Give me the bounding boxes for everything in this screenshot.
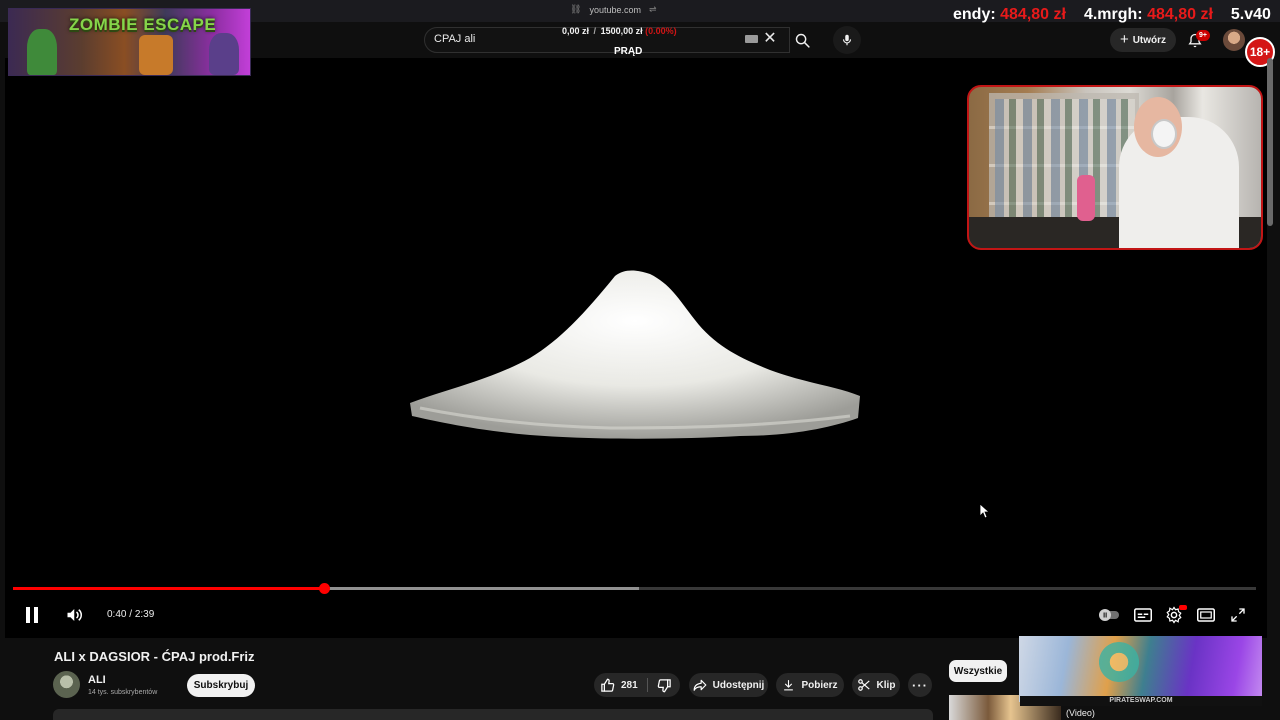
ticker-name-2: 4.mrgh: <box>1083 6 1143 23</box>
mouse-cursor-icon <box>979 503 989 519</box>
ad-swirl-graphic <box>1089 642 1149 682</box>
browser-url[interactable]: ⛓ youtube.com ⇌ <box>570 4 657 15</box>
zombie-figure <box>27 29 57 75</box>
time-display: 0:40 / 2:39 <box>107 609 154 620</box>
donation-goal-label: PRĄD <box>614 46 643 57</box>
url-label: youtube.com <box>589 4 641 15</box>
donation-goal: 1500,00 zł <box>600 26 643 36</box>
like-divider <box>647 678 648 692</box>
donation-current: 0,00 zł <box>562 26 590 36</box>
progress-scrubber-handle[interactable] <box>318 583 330 594</box>
description-box[interactable] <box>53 709 933 720</box>
ticker-name-1: endy: <box>953 6 996 23</box>
link-icon: ⛓ <box>570 4 582 14</box>
more-icon: ··· <box>912 677 928 693</box>
sponsor-ad-label: PIRATESWAP.COM <box>1020 696 1262 706</box>
subscriber-count: 14 tys. subskrybentów <box>88 689 158 696</box>
sponsor-ad-overlay <box>1019 636 1262 702</box>
search-query-text: CPAJ ali <box>434 33 476 45</box>
webcam-bottle <box>1077 175 1095 221</box>
account-avatar[interactable] <box>1223 29 1245 51</box>
notifications-badge: 9+ <box>1196 30 1210 41</box>
video-title: ALI x DAGSIOR - ĆPAJ prod.Friz <box>54 649 255 664</box>
create-button[interactable]: + Utwórz <box>1110 28 1176 52</box>
share-label: Udostępnij <box>712 679 765 691</box>
voice-search-button[interactable] <box>833 26 861 54</box>
clip-button[interactable]: Klip <box>852 673 900 697</box>
hd-badge <box>1179 605 1187 610</box>
fullscreen-button[interactable] <box>1226 603 1250 627</box>
donation-percent: (0.00%) <box>645 26 677 36</box>
ticker-entry-1: endy: 484,80 zł <box>953 6 1066 28</box>
duration: 2:39 <box>134 609 155 620</box>
donation-separator: / <box>593 26 597 36</box>
subscribe-button[interactable]: Subskrybuj <box>187 674 255 697</box>
share-icon <box>693 679 707 691</box>
time-separator: / <box>126 609 135 620</box>
channel-avatar[interactable] <box>53 671 80 698</box>
autoplay-toggle[interactable] <box>1098 608 1120 622</box>
like-count: 281 <box>621 679 638 691</box>
create-label: Utwórz <box>1132 34 1167 46</box>
more-actions-button[interactable]: ··· <box>908 673 932 697</box>
monster-figure <box>209 33 239 75</box>
keyboard-icon[interactable] <box>745 35 758 43</box>
video-frame-powder <box>410 270 860 439</box>
fullscreen-icon <box>1231 608 1245 622</box>
like-button[interactable]: 281 <box>600 673 644 697</box>
plus-icon: + <box>1119 31 1129 48</box>
pause-button[interactable] <box>20 603 44 627</box>
thumbs-up-icon <box>601 678 615 692</box>
streamer-webcam <box>967 85 1263 250</box>
volume-button[interactable] <box>63 603 87 627</box>
donor-ticker: endy: 484,80 zł 4.mrgh: 484,80 zł 5.v40 <box>953 6 1271 28</box>
microphone-icon <box>842 34 852 46</box>
clear-search-icon[interactable]: ✕ <box>762 30 778 48</box>
download-label: Pobierz <box>801 679 838 691</box>
channel-name[interactable]: ALI <box>88 674 106 686</box>
download-button[interactable]: Pobierz <box>776 673 844 697</box>
webcam-collectibles <box>995 99 1135 229</box>
search-icon <box>795 33 810 48</box>
share-button[interactable]: Udostępnij <box>689 673 768 697</box>
current-time: 0:40 <box>107 609 127 620</box>
page-scrollbar[interactable] <box>1267 58 1273 226</box>
thumbs-down-icon <box>657 678 671 692</box>
game-logo-overlay: ZOMBIE ESCAPE <box>8 8 251 76</box>
crate-figure <box>139 35 173 75</box>
ticker-amount-2: 484,80 zł <box>1147 6 1213 23</box>
video-progress-bar[interactable] <box>13 583 1256 594</box>
volume-icon <box>67 609 82 621</box>
captions-icon <box>1134 608 1152 622</box>
game-logo-text: ZOMBIE ESCAPE <box>69 15 217 34</box>
recommended-video-title[interactable]: (Video) <box>1066 708 1095 718</box>
clip-label: Klip <box>876 679 896 691</box>
progress-played <box>13 587 324 590</box>
headset-icon <box>1151 119 1177 149</box>
donation-goal-overlay: 0,00 zł / 1500,00 zł (0.00%) <box>562 26 677 36</box>
ticker-name-3: 5.v40 <box>1230 6 1271 23</box>
ticker-amount-1: 484,80 zł <box>1000 6 1066 23</box>
scissors-icon <box>857 679 870 691</box>
theater-icon <box>1197 608 1215 622</box>
dislike-button[interactable] <box>652 673 676 697</box>
download-icon <box>784 680 794 691</box>
theater-mode-button[interactable] <box>1194 603 1218 627</box>
ticker-entry-2: 4.mrgh: 484,80 zł <box>1084 6 1213 28</box>
pause-icon <box>26 607 38 623</box>
filter-chip-all[interactable]: Wszystkie <box>949 660 1007 682</box>
subtitles-button[interactable] <box>1131 603 1155 627</box>
tune-icon: ⇌ <box>648 4 657 14</box>
search-button[interactable] <box>786 27 818 53</box>
